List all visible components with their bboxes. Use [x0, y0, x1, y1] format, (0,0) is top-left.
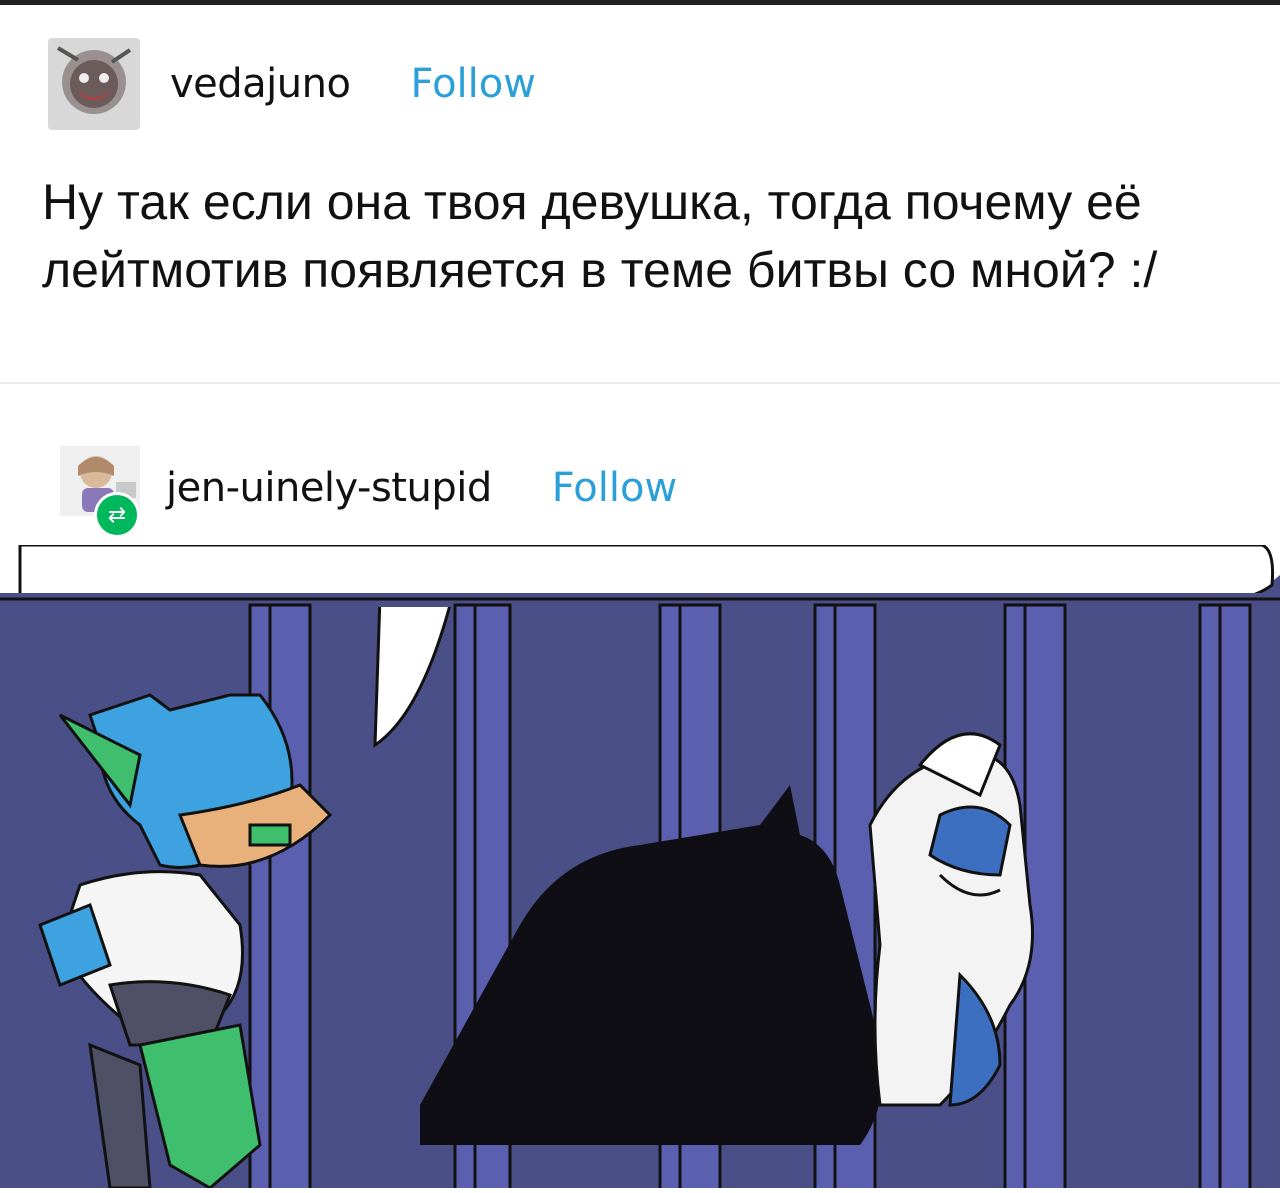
username[interactable]: jen-uinely-stupid [166, 465, 492, 511]
divider [0, 382, 1280, 384]
post-text: Ну так если она твоя девушка, тогда поче… [42, 174, 1158, 298]
avatar[interactable]: ⇄ [60, 446, 148, 538]
avatar-image [48, 38, 140, 130]
reblog-icon: ⇄ [94, 492, 140, 538]
follow-button[interactable]: Follow [552, 465, 677, 511]
post-header: vedajuno Follow [48, 38, 536, 130]
avatar[interactable] [48, 38, 140, 130]
reblog-header: ⇄ jen-uinely-stupid Follow [60, 446, 677, 538]
username[interactable]: vedajuno [170, 61, 351, 107]
follow-button[interactable]: Follow [410, 61, 535, 107]
top-border [0, 0, 1280, 5]
comic-image [0, 543, 1280, 1193]
